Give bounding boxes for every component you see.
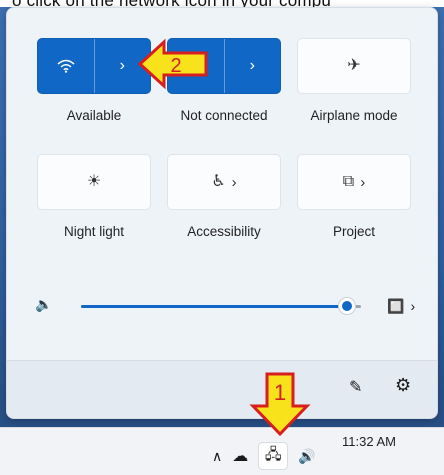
accessibility-icon: ♿ xyxy=(211,173,226,190)
network-icon: 🖧 xyxy=(264,445,282,463)
chevron-right-icon: › xyxy=(360,173,366,191)
project-tile[interactable]: ⧉ › xyxy=(297,154,411,210)
wifi-icon xyxy=(57,59,75,73)
night-light-icon: ☀ xyxy=(86,173,102,190)
chevron-right-icon: › xyxy=(119,57,125,74)
show-hidden-icons-button[interactable]: ∧ xyxy=(212,448,222,465)
chevron-right-icon: › xyxy=(249,57,255,74)
airplane-icon: ✈ xyxy=(347,57,361,74)
callout-number-1: 1 xyxy=(274,380,286,405)
callout-number-2: 2 xyxy=(170,55,181,77)
tray-volume-icon[interactable]: 🔊 xyxy=(298,448,315,465)
accessibility-label: Accessibility xyxy=(187,224,261,239)
settings-icon[interactable]: ⚙ xyxy=(395,375,411,396)
volume-slider[interactable] xyxy=(81,298,361,314)
volume-row: 🔈 🔲 › xyxy=(35,294,425,318)
panel-footer: ✎ ⚙ xyxy=(7,360,437,418)
onedrive-icon[interactable]: ☁ xyxy=(232,446,248,466)
network-button[interactable]: 🖧 xyxy=(258,442,289,470)
edit-icon[interactable]: ✎ xyxy=(349,377,362,397)
volume-slider-thumb[interactable] xyxy=(339,298,355,314)
chevron-right-icon: › xyxy=(231,173,237,191)
taskbar: ∧ ☁ 🖧 🔊 11:32 AM xyxy=(0,427,444,475)
quick-settings-panel: › Available › Not connected ✈ Airplane m… xyxy=(6,7,438,419)
system-tray: ∧ ☁ 🖧 🔊 xyxy=(212,442,316,470)
chevron-right-icon: › xyxy=(410,298,416,314)
speaker-device-icon: 🔲 xyxy=(387,297,405,314)
night-light-label: Night light xyxy=(63,224,125,239)
clock[interactable]: 11:32 AM xyxy=(342,434,396,449)
wifi-tile-label: Available xyxy=(66,108,122,123)
wifi-tile[interactable]: › xyxy=(37,38,151,94)
volume-slider-fill xyxy=(81,305,347,308)
audio-output-button[interactable]: 🔲 › xyxy=(387,294,415,318)
callout-arrow-1: 1 xyxy=(249,372,311,437)
volume-icon[interactable]: 🔈 xyxy=(35,296,52,313)
project-label: Project xyxy=(332,224,376,239)
airplane-mode-label: Airplane mode xyxy=(310,108,398,123)
airplane-mode-tile[interactable]: ✈ xyxy=(297,38,411,94)
night-light-tile[interactable]: ☀ xyxy=(37,154,151,210)
callout-arrow-2: 2 xyxy=(138,38,208,90)
project-icon: ⧉ xyxy=(342,173,355,190)
wifi-toggle-button[interactable] xyxy=(38,39,94,93)
bluetooth-expand-button[interactable]: › xyxy=(223,39,281,93)
accessibility-tile[interactable]: ♿ › xyxy=(167,154,281,210)
bluetooth-tile-label: Not connected xyxy=(180,108,268,123)
